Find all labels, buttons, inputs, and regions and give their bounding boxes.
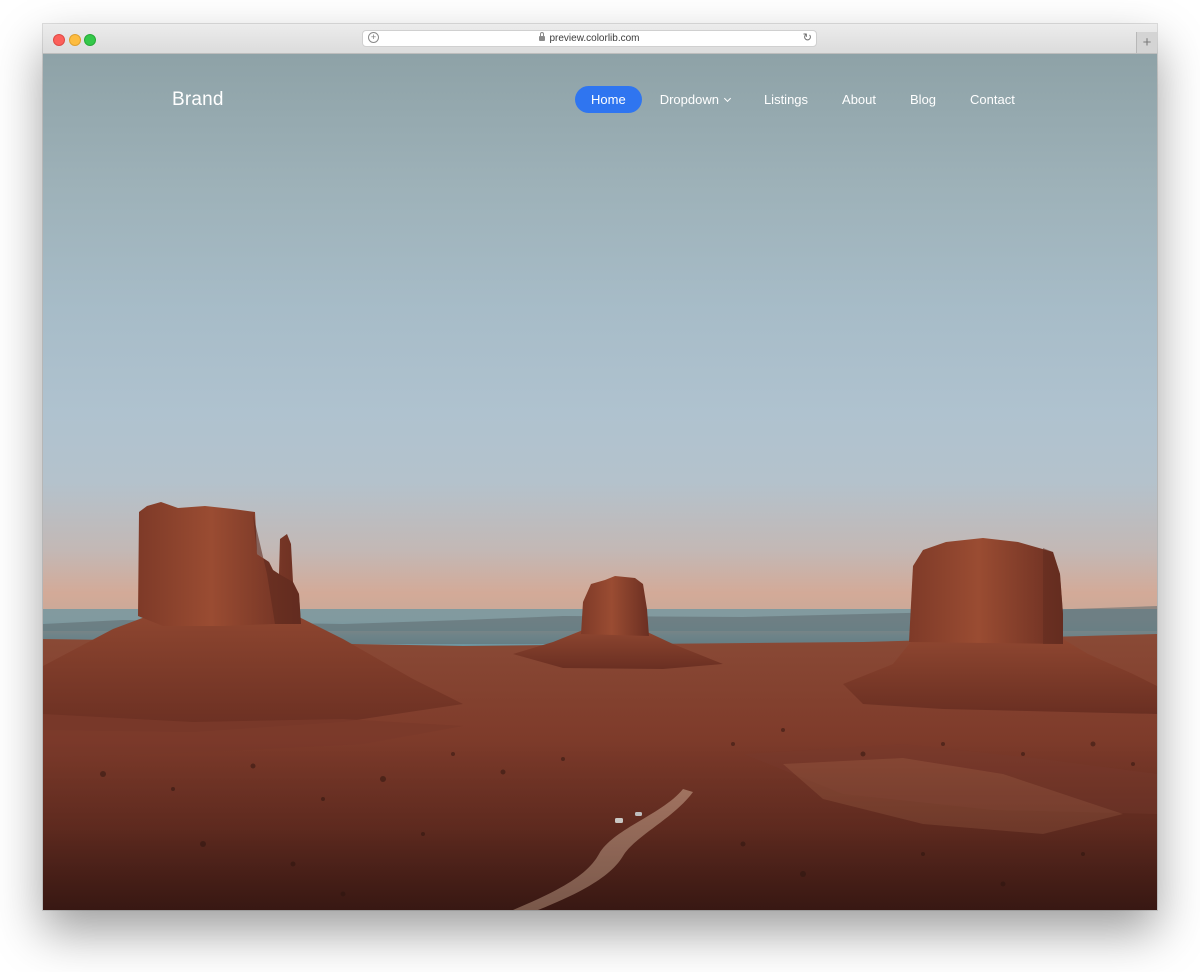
bottom-vignette bbox=[43, 54, 1157, 910]
lock-icon bbox=[539, 32, 546, 41]
hero-section: Brand Home Dropdown Listings About Blog … bbox=[43, 54, 1157, 910]
maximize-window-button[interactable] bbox=[84, 34, 96, 46]
minimize-window-button[interactable] bbox=[69, 34, 81, 46]
nav-item-about[interactable]: About bbox=[826, 86, 892, 113]
nav-item-home[interactable]: Home bbox=[575, 86, 642, 113]
close-window-button[interactable] bbox=[53, 34, 65, 46]
reload-icon[interactable]: ↻ bbox=[803, 31, 812, 46]
nav-item-dropdown-label: Dropdown bbox=[659, 92, 719, 107]
nav-item-listings-label: Listings bbox=[763, 92, 809, 107]
brand-logo-link[interactable]: Brand bbox=[172, 88, 224, 112]
url-text: preview.colorlib.com bbox=[549, 33, 640, 44]
nav-item-contact-label: Contact bbox=[970, 92, 1015, 107]
nav-item-dropdown[interactable]: Dropdown bbox=[644, 86, 746, 113]
nav-item-blog-label: Blog bbox=[910, 92, 937, 107]
address-bar[interactable]: + preview.colorlib.com ↻ bbox=[362, 30, 817, 47]
url-display: preview.colorlib.com bbox=[363, 31, 816, 46]
nav-item-about-label: About bbox=[842, 92, 877, 107]
nav-item-listings[interactable]: Listings bbox=[748, 86, 824, 113]
browser-titlebar: + preview.colorlib.com ↻ + bbox=[43, 24, 1157, 54]
new-tab-button[interactable]: + bbox=[1136, 32, 1157, 53]
main-nav: Home Dropdown Listings About Blog Contac… bbox=[575, 86, 1033, 113]
chevron-down-icon bbox=[723, 94, 731, 103]
browser-window: + preview.colorlib.com ↻ + Brand Home Dr… bbox=[43, 24, 1157, 910]
nav-item-blog[interactable]: Blog bbox=[894, 86, 952, 113]
nav-item-home-label: Home bbox=[591, 92, 626, 107]
nav-item-contact[interactable]: Contact bbox=[954, 86, 1031, 113]
site-navbar: Brand Home Dropdown Listings About Blog … bbox=[43, 54, 1157, 144]
hero-landscape-image bbox=[43, 54, 1157, 910]
